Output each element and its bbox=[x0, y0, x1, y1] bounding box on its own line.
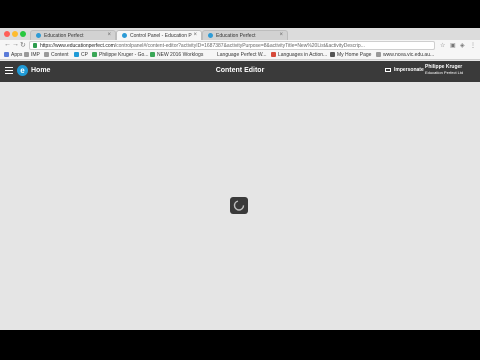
bookmark-philippe-kruger[interactable]: Philippe Kruger - Go... bbox=[92, 52, 148, 58]
education-perfect-favicon-icon bbox=[74, 52, 79, 57]
tab-close-icon[interactable]: × bbox=[107, 32, 111, 38]
page-icon bbox=[376, 52, 381, 57]
back-arrow-icon[interactable]: ← bbox=[4, 41, 11, 48]
url-path: /controlpanel#/content-editor?activityID… bbox=[114, 43, 365, 49]
apps-grid-icon bbox=[4, 52, 9, 57]
browser-toolbar: ← → ↻ https://www.educationperfect.com/c… bbox=[0, 40, 480, 51]
extension-icon[interactable]: ▣ bbox=[450, 42, 456, 49]
url-text: https://www.educationperfect.com/control… bbox=[40, 43, 430, 49]
page-icon bbox=[271, 52, 276, 57]
url-host: https://www.educationperfect.com bbox=[40, 43, 115, 49]
browser-tab-1[interactable]: Education Perfect × bbox=[30, 30, 116, 40]
impersonate-label: Impersonate bbox=[394, 67, 424, 73]
folder-icon bbox=[44, 52, 49, 57]
menu-icon[interactable]: ⋮ bbox=[470, 42, 476, 49]
google-sheets-icon bbox=[150, 52, 155, 57]
tab-label: Education Perfect bbox=[216, 33, 256, 39]
tab-close-icon[interactable]: × bbox=[279, 32, 283, 38]
bookmark-worklogs[interactable]: NEW 2016 Worklogs bbox=[150, 52, 203, 58]
minimize-window-button[interactable] bbox=[12, 31, 18, 37]
id-card-icon bbox=[385, 68, 391, 72]
bookmark-imp[interactable]: IMP bbox=[24, 52, 40, 58]
education-perfect-favicon-icon bbox=[36, 33, 41, 38]
bookmark-apps[interactable]: Apps bbox=[4, 52, 22, 58]
forward-arrow-icon[interactable]: → bbox=[12, 41, 19, 48]
tab-label: Education Perfect bbox=[44, 33, 84, 39]
bookmark-ncea[interactable]: www.ncea.vic.edu.au... bbox=[376, 52, 434, 58]
education-perfect-favicon-icon bbox=[208, 33, 213, 38]
lock-icon bbox=[33, 43, 37, 48]
bookmark-my-home-page[interactable]: My Home Page bbox=[330, 52, 371, 58]
education-perfect-favicon-icon bbox=[122, 33, 127, 38]
bookmark-cp[interactable]: CP bbox=[74, 52, 88, 58]
bookmarks-bar: Apps IMP Content CP Philippe Kruger - Go… bbox=[0, 51, 480, 60]
app-header: e Home Content Editor Impersonate Philip… bbox=[0, 61, 480, 82]
bookmark-language-perfect[interactable]: Language Perfect W... bbox=[217, 52, 266, 58]
tab-strip: Education Perfect × Control Panel - Educ… bbox=[0, 28, 480, 40]
loading-spinner-icon bbox=[230, 197, 248, 214]
browser-window: Education Perfect × Control Panel - Educ… bbox=[0, 28, 480, 330]
browser-tab-3[interactable]: Education Perfect × bbox=[202, 30, 288, 40]
tab-close-icon[interactable]: × bbox=[193, 32, 197, 38]
tab-label: Control Panel - Education Perfect bbox=[130, 33, 192, 39]
star-icon[interactable]: ☆ bbox=[440, 42, 445, 49]
reload-icon[interactable]: ↻ bbox=[20, 41, 26, 49]
address-bar[interactable]: https://www.educationperfect.com/control… bbox=[29, 41, 435, 50]
page-icon bbox=[330, 52, 335, 57]
folder-icon bbox=[24, 52, 29, 57]
user-menu[interactable]: Philippe Kruger Education Perfect Ltd bbox=[425, 65, 464, 76]
maximize-window-button[interactable] bbox=[20, 31, 26, 37]
google-drive-icon bbox=[92, 52, 97, 57]
extension-icon[interactable]: ◈ bbox=[460, 42, 465, 49]
user-organization: Education Perfect Ltd bbox=[425, 70, 464, 75]
bookmark-languages-in-action[interactable]: Languages in Action... bbox=[271, 52, 327, 58]
bookmark-content[interactable]: Content bbox=[44, 52, 69, 58]
close-window-button[interactable] bbox=[4, 31, 10, 37]
browser-tab-2[interactable]: Control Panel - Education Perfect × bbox=[116, 30, 202, 40]
impersonate-button[interactable]: Impersonate bbox=[385, 67, 424, 73]
